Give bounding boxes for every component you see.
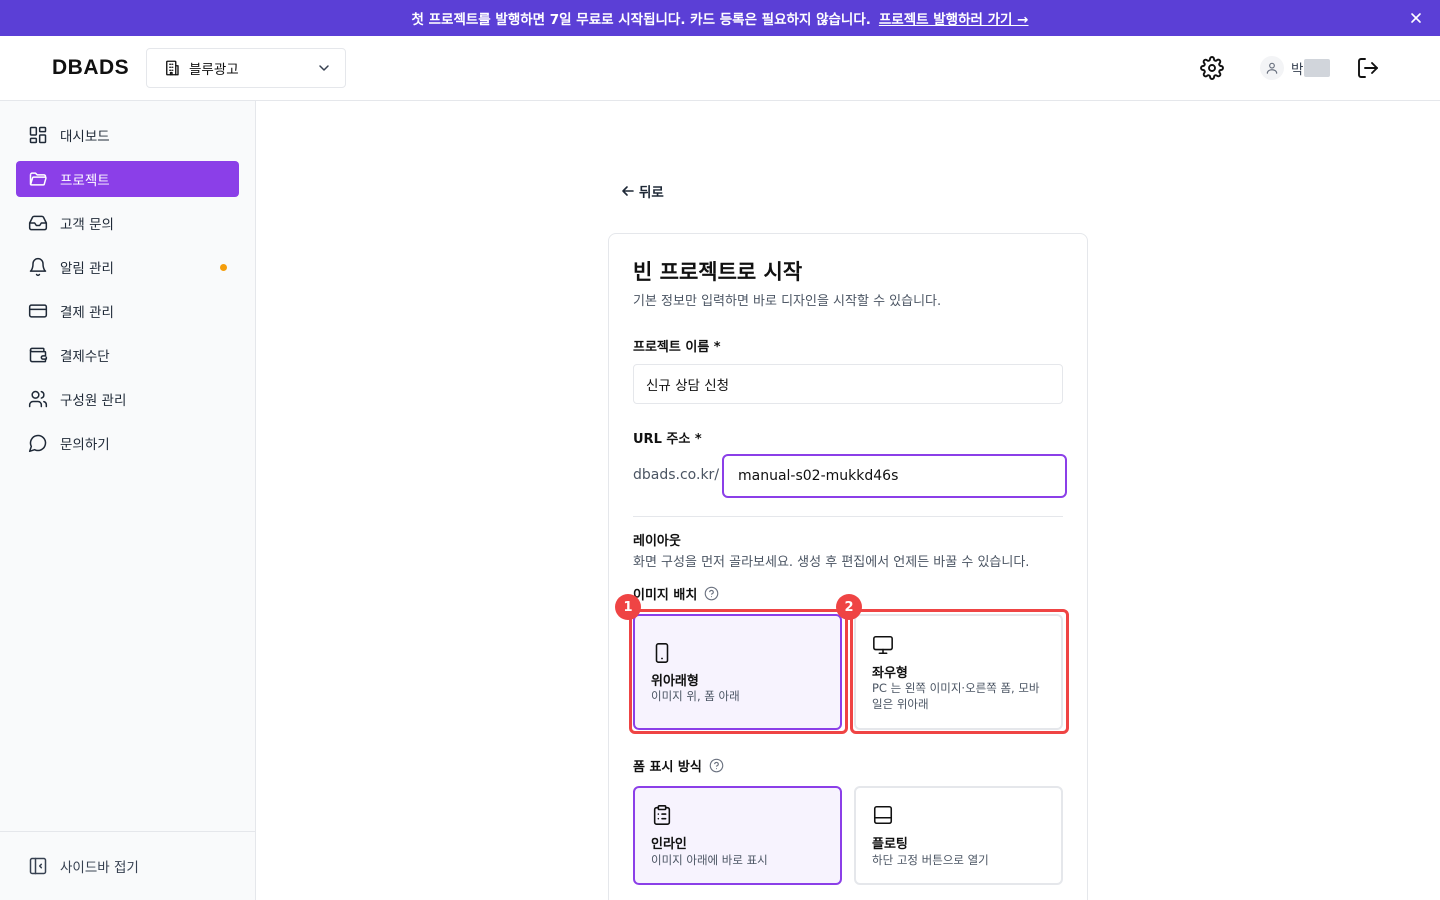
help-icon[interactable] (704, 586, 719, 601)
form-display-label: 폼 표시 방식 (633, 756, 724, 775)
tablet-icon (651, 642, 673, 664)
redacted-name-block (1304, 59, 1331, 77)
sidebar-item-projects[interactable]: 프로젝트 (16, 161, 239, 197)
help-icon[interactable] (709, 758, 724, 773)
sidebar-item-dashboard[interactable]: 대시보드 (16, 117, 239, 153)
page-subtitle: 기본 정보만 입력하면 바로 디자인을 시작할 수 있습니다. (633, 294, 942, 309)
collapse-sidebar-label: 사이드바 접기 (60, 860, 139, 876)
divider (633, 516, 1063, 517)
chevron-down-icon (317, 61, 331, 75)
option-desc: 이미지 위, 폼 아래 (651, 689, 740, 703)
sidebar-item-label: 구성원 관리 (60, 393, 127, 409)
panel-bottom-icon (872, 804, 894, 826)
sidebar-item-billing[interactable]: 결제 관리 (16, 293, 239, 329)
org-selector[interactable]: 블루광고 (146, 48, 346, 88)
banner-publish-link[interactable]: 프로젝트 발행하러 가기 → (879, 8, 1029, 28)
sidebar-item-label: 문의하기 (60, 437, 110, 453)
building-icon (163, 59, 181, 77)
avatar (1260, 56, 1284, 80)
option-desc: PC 는 왼쪽 이미지·오른쪽 폼, 모바일은 위아래 (872, 681, 1040, 711)
sidebar-item-payment-methods[interactable]: 결제수단 (16, 337, 239, 373)
url-label: URL 주소 * (633, 432, 702, 447)
notification-dot (220, 264, 227, 271)
collapse-sidebar-button[interactable]: 사이드바 접기 (28, 856, 139, 876)
project-name-input[interactable] (633, 364, 1063, 404)
main-content: 뒤로 빈 프로젝트로 시작 기본 정보만 입력하면 바로 디자인을 시작할 수 … (256, 101, 1440, 900)
url-prefix: dbads.co.kr/ (633, 467, 720, 483)
promo-banner: 첫 프로젝트를 발행하면 7일 무료로 시작됩니다. 카드 등록은 필요하지 않… (0, 0, 1440, 36)
option-title: 위아래형 (651, 674, 699, 689)
sidebar-item-label: 결제수단 (60, 349, 110, 365)
users-icon (28, 389, 48, 409)
monitor-icon (872, 634, 894, 656)
form-option-inline[interactable]: 인라인 이미지 아래에 바로 표시 (633, 786, 842, 885)
wallet-icon (28, 345, 48, 365)
inbox-icon (28, 213, 48, 233)
app-logo[interactable]: DBADS (52, 56, 129, 80)
sidebar-item-label: 고객 문의 (60, 217, 114, 233)
sidebar-nav: 대시보드 프로젝트 고객 문의 알림 관리 결제 관리 결제수단 구성원 관리 … (16, 117, 239, 469)
page-title: 빈 프로젝트로 시작 (633, 260, 803, 284)
annotation-badge-2: 2 (836, 594, 862, 620)
arrow-left-icon (621, 184, 635, 198)
new-project-card: 빈 프로젝트로 시작 기본 정보만 입력하면 바로 디자인을 시작할 수 있습니… (608, 233, 1088, 900)
option-title: 플로팅 (872, 837, 908, 852)
layout-section-desc: 화면 구성을 먼저 골라보세요. 생성 후 편집에서 언제든 바꿀 수 있습니다… (633, 555, 1030, 570)
sidebar-item-inquiries[interactable]: 고객 문의 (16, 205, 239, 241)
panel-left-close-icon (28, 856, 48, 876)
sidebar-footer: 사이드바 접기 (0, 831, 255, 900)
project-name-label: 프로젝트 이름 * (633, 340, 721, 355)
option-desc: 하단 고정 버튼으로 열기 (872, 853, 989, 867)
url-slug-input[interactable] (722, 454, 1067, 498)
option-desc: 이미지 아래에 바로 표시 (651, 853, 768, 867)
option-title: 인라인 (651, 837, 687, 852)
org-name: 블루광고 (189, 62, 239, 78)
form-option-floating[interactable]: 플로팅 하단 고정 버튼으로 열기 (854, 786, 1063, 885)
annotation-badge-1: 1 (615, 594, 641, 620)
folder-icon (28, 169, 48, 189)
sidebar-item-notifications[interactable]: 알림 관리 (16, 249, 239, 285)
sidebar-item-label: 대시보드 (60, 129, 110, 145)
layout-option-side-by-side[interactable]: 좌우형 PC 는 왼쪽 이미지·오른쪽 폼, 모바일은 위아래 (854, 614, 1063, 730)
image-placement-label: 이미지 배치 (633, 584, 719, 603)
settings-gear-icon[interactable] (1200, 56, 1224, 80)
back-button[interactable]: 뒤로 (621, 181, 664, 201)
top-header: DBADS 블루광고 박 (0, 36, 1440, 101)
credit-card-icon (28, 301, 48, 321)
layout-option-stacked[interactable]: 위아래형 이미지 위, 폼 아래 (633, 614, 842, 730)
sidebar-item-label: 결제 관리 (60, 305, 114, 321)
bell-icon (28, 257, 48, 277)
banner-message: 첫 프로젝트를 발행하면 7일 무료로 시작됩니다. 카드 등록은 필요하지 않… (411, 12, 871, 28)
sidebar: 대시보드 프로젝트 고객 문의 알림 관리 결제 관리 결제수단 구성원 관리 … (0, 101, 256, 900)
sidebar-item-label: 프로젝트 (60, 173, 110, 189)
image-placement-text: 이미지 배치 (633, 588, 698, 603)
form-display-text: 폼 표시 방식 (633, 760, 702, 775)
user-name: 박 (1291, 62, 1304, 78)
option-title: 좌우형 (872, 666, 908, 681)
clipboard-icon (651, 804, 673, 826)
logout-icon[interactable] (1356, 56, 1380, 80)
dashboard-icon (28, 125, 48, 145)
back-label: 뒤로 (639, 185, 664, 201)
close-icon[interactable] (1406, 8, 1426, 28)
sidebar-item-label: 알림 관리 (60, 261, 114, 277)
chat-icon (28, 433, 48, 453)
sidebar-item-contact[interactable]: 문의하기 (16, 425, 239, 461)
layout-section-title: 레이아웃 (633, 534, 681, 549)
sidebar-item-members[interactable]: 구성원 관리 (16, 381, 239, 417)
user-menu[interactable]: 박 (1260, 56, 1331, 80)
